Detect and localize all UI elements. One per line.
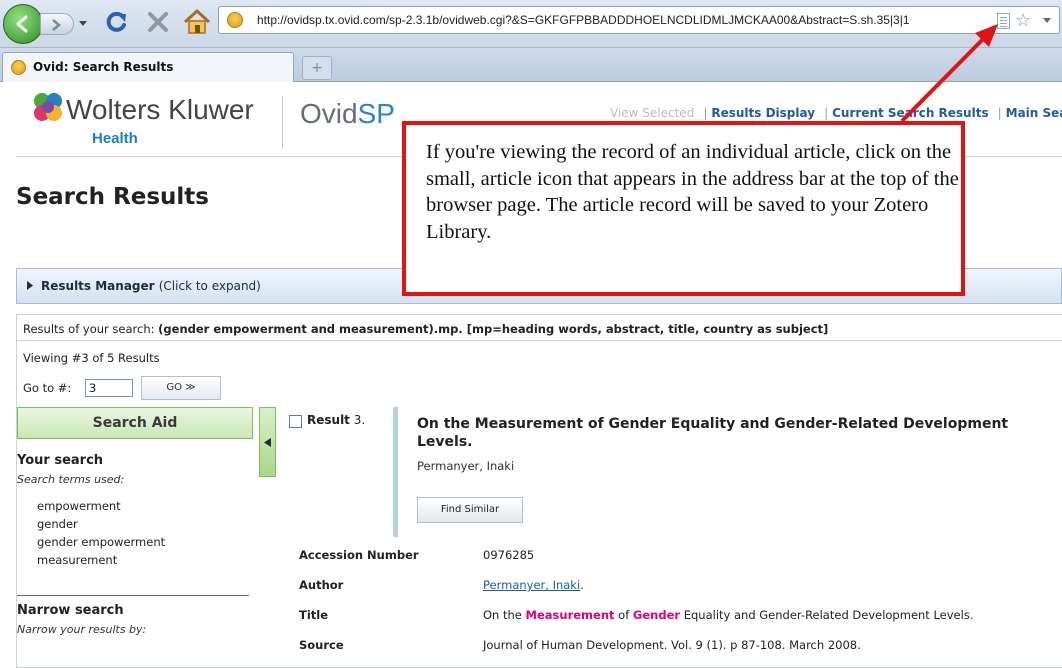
chevron-down-icon [79,21,87,26]
top-nav-links: View Selected | Results Display | Current Se… [610,106,1062,120]
tab-ovid-search-results[interactable]: Ovid: Search Results [2,52,294,82]
field-value: Journal of Human Development. Vol. 9 (1)… [483,638,861,652]
result-label-text: Result [307,413,350,427]
reload-icon [106,11,126,32]
result-select-checkbox[interactable] [289,415,302,428]
title-part: Equality and Gender-Related Development … [683,608,974,622]
results-manager-hint: (Click to expand) [158,279,261,293]
forward-arrow-icon [52,19,61,31]
reload-button[interactable] [104,9,130,35]
forward-button[interactable] [40,13,74,35]
goto-label: Go to #: [23,381,72,395]
nav-separator: | [997,106,1002,120]
record-row-author: Author Permanyer, Inaki. [291,569,1062,599]
result-number: 3. [353,413,366,427]
collapse-left-icon [264,438,271,447]
search-term[interactable]: measurement [37,553,117,567]
record-row-title: Title On the Measurement of Gender Equal… [291,599,1062,629]
brand-name: Wolters Kluwer [66,94,254,125]
field-value: Permanyer, Inaki. [483,578,584,592]
query-text: (gender empowerment and measurement).mp.… [158,322,829,336]
back-button[interactable] [3,4,43,44]
nav-separator: | [703,106,708,120]
go-button[interactable]: GO ≫ [141,376,221,400]
search-term[interactable]: empowerment [37,499,121,513]
author-suffix: . [580,578,584,592]
bookmark-star-icon[interactable]: ☆ [1015,10,1031,31]
expand-triangle-icon [27,281,33,290]
article-page-icon[interactable] [997,13,1010,29]
results-box: Results of your search: (gender empowerm… [16,314,1062,668]
search-aid-divider [17,595,249,596]
search-term[interactable]: gender [37,517,78,531]
collapse-search-aid-button[interactable] [259,407,276,477]
field-value: 0976285 [483,548,535,562]
tab-title: Ovid: Search Results [33,60,174,74]
product-name: Ovid [300,98,358,129]
home-icon [183,9,211,34]
search-aid-title[interactable]: Search Aid [17,407,253,439]
results-display-link[interactable]: Results Display [711,106,815,120]
new-tab-button[interactable]: + [302,56,332,80]
tab-strip: Ovid: Search Results + [0,48,1062,82]
product-name-suffix: SP [357,98,395,129]
result-accent-bar [393,407,398,537]
highlighted-term: Measurement [525,608,615,622]
current-search-results-link[interactable]: Current Search Results [832,106,988,120]
title-part: On the [483,608,522,622]
url-text[interactable]: http://ovidsp.tx.ovid.com/sp-2.3.1b/ovid… [257,13,910,27]
main-search-link[interactable]: Main Search P [1006,106,1062,120]
stop-button[interactable] [145,9,171,35]
result-label: Result 3. [307,413,365,427]
your-search-heading: Your search [17,453,104,468]
url-dropdown-icon[interactable] [1043,18,1051,24]
stop-icon [148,12,168,32]
nav-separator: | [824,106,829,120]
field-value: On the Measurement of Gender Equality an… [483,608,973,622]
search-term[interactable]: gender empowerment [37,535,165,549]
narrow-label: Narrow your results by: [17,623,147,636]
viewing-count: Viewing #3 of 5 Results [23,351,160,365]
header-divider [282,96,283,148]
query-line: Results of your search: (gender empowerm… [17,315,1062,341]
home-button[interactable] [182,8,212,36]
result-title[interactable]: On the Measurement of Gender Equality an… [417,415,1062,451]
browser-toolbar: http://ovidsp.tx.ovid.com/sp-2.3.1b/ovid… [0,0,1062,48]
site-identity-icon[interactable] [227,12,243,28]
goto-input[interactable]: 3 [85,379,133,397]
brand-sub: Health [92,130,138,147]
wolters-kluwer-mark-icon [34,93,62,121]
address-bar[interactable]: http://ovidsp.tx.ovid.com/sp-2.3.1b/ovid… [218,6,1060,34]
author-link[interactable]: Permanyer, Inaki [483,578,580,592]
search-terms-label: Search terms used: [17,473,125,486]
record-row-accession: Accession Number 0976285 [291,539,1062,569]
annotation-callout: If you're viewing the record of an indiv… [402,121,965,296]
field-label: Accession Number [299,548,419,562]
field-label: Author [299,578,344,592]
title-part: of [618,608,630,622]
record-row-source: Source Journal of Human Development. Vol… [291,629,1062,659]
wolters-kluwer-logo[interactable]: Wolters Kluwer Health [16,90,276,154]
narrow-search-heading: Narrow search [17,603,124,618]
history-dropdown[interactable] [76,12,90,36]
results-manager-label: Results Manager (Click to expand) [41,279,261,293]
back-arrow-icon [16,15,28,33]
tab-favicon-icon [11,60,26,75]
query-prefix: Results of your search: [23,322,155,336]
field-label: Title [299,608,329,622]
find-similar-button[interactable]: Find Similar [417,497,523,523]
ovidsp-logo[interactable]: OvidSP [300,98,395,130]
field-label: Source [299,638,344,652]
search-aid-panel: Search Aid Your search Search terms used… [17,407,276,668]
result-author: Permanyer, Inaki [417,459,515,473]
highlighted-term: Gender [632,608,681,622]
view-selected-link[interactable]: View Selected [610,106,694,120]
page-title: Search Results [16,184,209,210]
